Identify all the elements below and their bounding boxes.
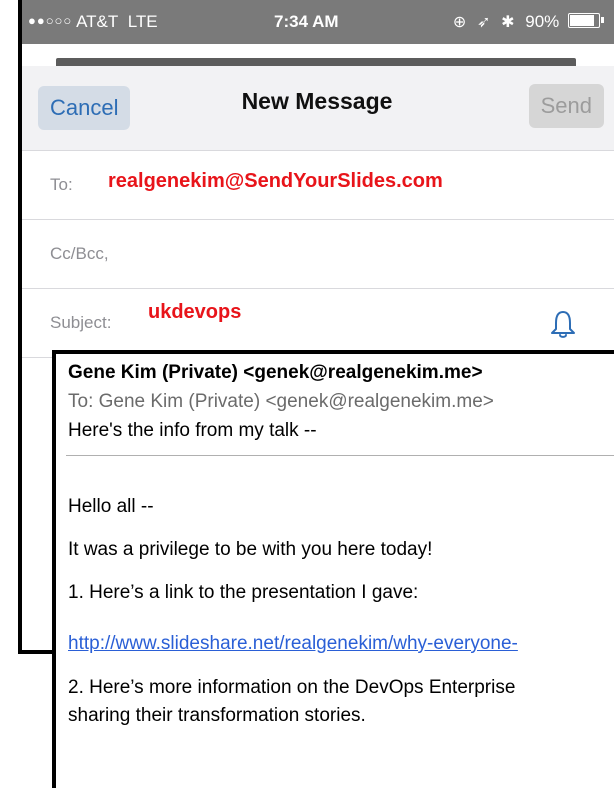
email-body-line: 1. Here’s a link to the presentation I g… — [68, 582, 419, 603]
email-body-line: 2. Here’s more information on the DevOps… — [68, 677, 516, 698]
subject-value[interactable]: ukdevops — [148, 301, 241, 324]
email-preview: Gene Kim (Private) <genek@realgenekim.me… — [52, 350, 614, 788]
battery-icon — [568, 13, 604, 28]
email-body-line: It was a privilege to be with you here t… — [68, 539, 433, 560]
subject-field[interactable]: Subject: ukdevops — [20, 289, 614, 358]
carrier-name: AT&T — [76, 12, 119, 31]
status-right: ⊕ ➶ ✱ 90% — [452, 12, 604, 32]
nav-title: New Message — [241, 88, 393, 114]
to-field[interactable]: To: realgenekim@SendYourSlides.com — [20, 151, 614, 220]
send-button[interactable]: Send — [528, 84, 604, 128]
cc-bcc-field[interactable]: Cc/Bcc, — [20, 220, 614, 289]
email-subject: Here's the info from my talk -- — [68, 420, 317, 441]
email-body-line: Hello all -- — [68, 496, 154, 517]
page: ●●○○○ AT&T LTE 7:34 AM ⊕ ➶ ✱ 90% Cancel … — [0, 0, 614, 788]
location-icon: ➶ — [476, 14, 491, 31]
carrier-info: ●●○○○ AT&T LTE — [28, 12, 158, 32]
network-type: LTE — [127, 12, 158, 31]
bluetooth-icon: ✱ — [501, 14, 515, 31]
status-bar: ●●○○○ AT&T LTE 7:34 AM ⊕ ➶ ✱ 90% — [20, 0, 614, 44]
email-body-line: sharing their transformation stories. — [68, 705, 366, 726]
battery-percent: 90% — [525, 12, 560, 31]
subject-label: Subject: — [50, 313, 112, 332]
email-divider — [66, 455, 614, 456]
to-label: To: — [50, 175, 73, 194]
signal-strength-icon: ●●○○○ — [28, 13, 73, 28]
presentation-link[interactable]: http://www.slideshare.net/realgenekim/wh… — [68, 633, 518, 655]
compose-nav-bar: Cancel New Message Send — [20, 66, 614, 151]
status-time: 7:34 AM — [274, 12, 339, 31]
bell-icon[interactable] — [550, 309, 576, 339]
to-value[interactable]: realgenekim@SendYourSlides.com — [108, 170, 443, 193]
email-from: Gene Kim (Private) <genek@realgenekim.me… — [68, 362, 483, 383]
email-to: To: Gene Kim (Private) <genek@realgeneki… — [68, 391, 494, 412]
cc-bcc-label: Cc/Bcc, — [50, 244, 109, 263]
rotation-lock-icon: ⊕ — [452, 14, 467, 31]
